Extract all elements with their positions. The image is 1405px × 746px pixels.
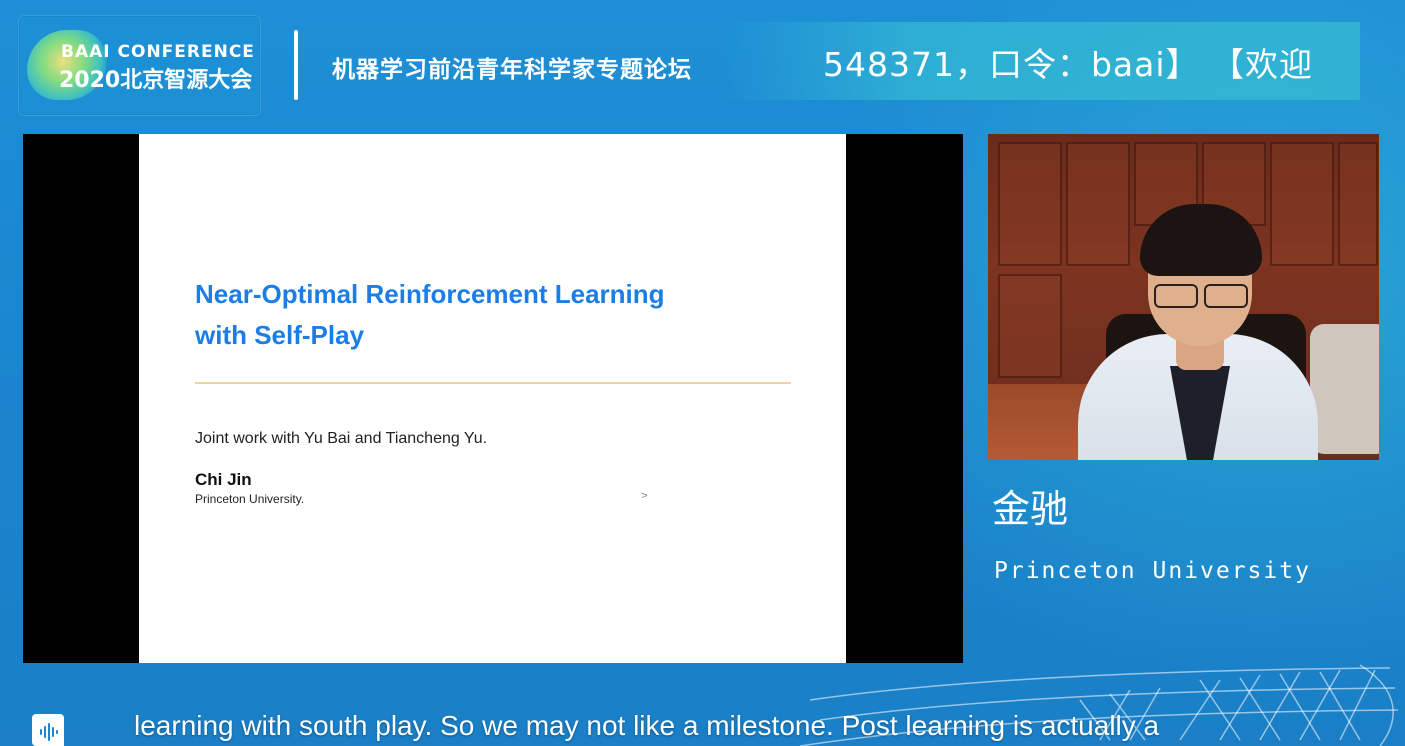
- header-divider: [294, 30, 298, 100]
- wall-panel: [1066, 142, 1130, 266]
- wall-panel: [998, 142, 1062, 266]
- caption-icon: [32, 714, 64, 746]
- glasses-lens: [1204, 284, 1248, 308]
- speaker-video: [988, 134, 1379, 460]
- logo-text-cn: 2020北京智源大会: [59, 68, 253, 93]
- sofa: [1310, 324, 1379, 454]
- slide-title-line2: with Self-Play: [195, 320, 365, 350]
- slide-author: Chi Jin: [195, 470, 252, 489]
- scrolling-banner: 548371，口令：baai】 【欢迎: [720, 22, 1360, 100]
- slide-title-line1: Near-Optimal Reinforcement Learning: [195, 279, 665, 309]
- logo-text-en: BAAI CONFERENCE: [61, 42, 255, 62]
- wall-panel: [1270, 142, 1334, 266]
- scrolling-banner-text: 548371，口令：baai】 【欢迎: [823, 45, 1314, 84]
- glasses-lens: [1154, 284, 1198, 308]
- forum-title: 机器学习前沿青年科学家专题论坛: [332, 57, 692, 83]
- slide-page: Near-Optimal Reinforcement Learning with…: [139, 134, 846, 663]
- wall-panel: [1338, 142, 1378, 266]
- live-caption: learning with south play. So we may not …: [134, 710, 1160, 741]
- slide-affiliation: Princeton University.: [195, 492, 305, 506]
- slide-nav-icon: >: [641, 490, 648, 502]
- speaker-glasses: [1152, 284, 1248, 308]
- slide-video: Near-Optimal Reinforcement Learning with…: [23, 134, 963, 663]
- speaker-affiliation: Princeton University: [994, 558, 1311, 584]
- slide-divider: [195, 382, 791, 384]
- speaker-name: 金驰: [992, 487, 1069, 531]
- slide-joint-work: Joint work with Yu Bai and Tiancheng Yu.: [195, 430, 488, 447]
- wall-panel: [998, 274, 1062, 378]
- slide-title: Near-Optimal Reinforcement Learning with…: [195, 274, 665, 356]
- conference-logo: BAAI CONFERENCE 2020北京智源大会: [18, 15, 261, 116]
